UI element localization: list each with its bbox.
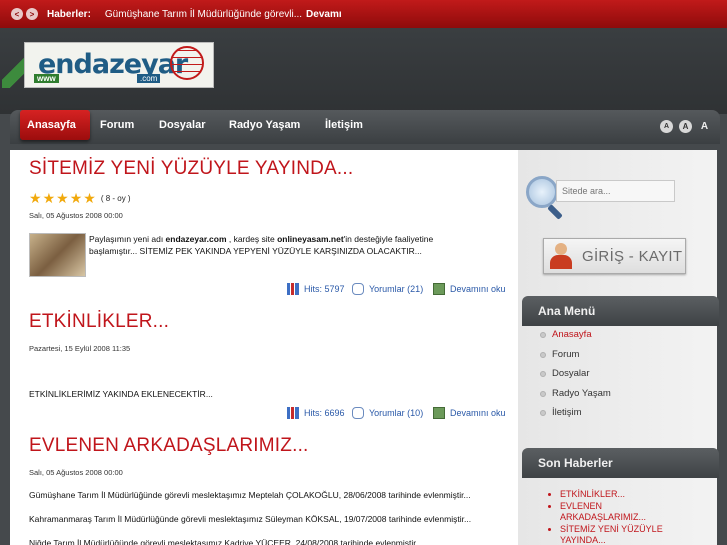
- prev-icon[interactable]: <: [11, 8, 23, 20]
- article-body: ETKİNLİKLERİMİZ YAKINDA EKLENECEKTİR...: [29, 389, 213, 399]
- bullet-icon: [540, 370, 546, 377]
- sidebar-item-dosyalar[interactable]: Dosyalar: [540, 368, 590, 379]
- document-icon: [433, 407, 445, 419]
- search-input[interactable]: [556, 180, 675, 202]
- user-icon: [548, 241, 574, 271]
- hits-stat: Hits: 6696: [287, 407, 345, 419]
- nav-item-anasayfa[interactable]: Anasayfa: [27, 119, 76, 131]
- star-icon[interactable]: ★: [43, 191, 56, 205]
- font-medium-button[interactable]: A: [679, 120, 692, 133]
- nav-item-radyo-yasam[interactable]: Radyo Yaşam: [229, 119, 300, 131]
- rating-count: ( 8 - oy ): [100, 193, 131, 203]
- login-label: GİRİŞ - KAYIT: [582, 247, 683, 265]
- article-date: Pazartesi, 15 Eylül 2008 11:35: [29, 344, 131, 353]
- read-more-link[interactable]: Devamını oku: [433, 407, 506, 419]
- sidebar-item-anasayfa[interactable]: Anasayfa: [540, 329, 592, 340]
- article-thumbnail[interactable]: [29, 233, 86, 277]
- chart-icon: [287, 407, 299, 419]
- comments-link[interactable]: Yorumlar (21): [352, 283, 423, 295]
- next-icon[interactable]: >: [26, 8, 38, 20]
- article-body: Paylaşımın yeni adı endazeyar.com , kard…: [89, 234, 434, 256]
- star-icon[interactable]: ★: [70, 191, 83, 205]
- article-date: Salı, 05 Ağustos 2008 00:00: [29, 211, 123, 220]
- bullet-icon: [540, 409, 546, 416]
- site-logo[interactable]: endazeyar www .com: [2, 40, 216, 92]
- star-icon[interactable]: ★: [83, 191, 96, 205]
- font-small-button[interactable]: A: [660, 120, 673, 133]
- star-icon[interactable]: ★: [56, 191, 69, 205]
- ticker-more-link[interactable]: Devamı: [306, 9, 342, 20]
- news-item[interactable]: EVLENEN ARKADAŞLARIMIZ...: [560, 501, 680, 524]
- document-icon: [433, 283, 445, 295]
- sidebar-item-forum[interactable]: Forum: [540, 349, 579, 360]
- comments-link[interactable]: Yorumlar (10): [352, 407, 423, 419]
- logo-com: .com: [137, 74, 161, 83]
- login-register-button[interactable]: GİRİŞ - KAYIT: [543, 238, 686, 274]
- rating-stars[interactable]: ★ ★ ★ ★ ★ ( 8 - oy ): [29, 191, 131, 205]
- nav-item-iletisim[interactable]: İletişim: [325, 119, 363, 131]
- article-line: Gümüşhane Tarım İl Müdürlüğünde görevli …: [29, 490, 471, 500]
- latest-news-list: ETKİNLİKLER... EVLENEN ARKADAŞLARIMIZ...…: [560, 489, 680, 545]
- article-title[interactable]: ETKİNLİKLER...: [29, 311, 169, 333]
- article-date: Salı, 05 Ağustos 2008 00:00: [29, 468, 123, 477]
- bullet-icon: [540, 390, 546, 397]
- nav-item-forum[interactable]: Forum: [100, 119, 134, 131]
- ticker-label: Haberler:: [47, 8, 91, 20]
- sidebar-item-radyo-yasam[interactable]: Radyo Yaşam: [540, 388, 611, 399]
- article-title[interactable]: EVLENEN ARKADAŞLARIMIZ...: [29, 435, 309, 457]
- main-nav: Anasayfa Forum Dosyalar Radyo Yaşam İlet…: [10, 110, 720, 144]
- comment-icon: [352, 407, 364, 419]
- news-item[interactable]: SİTEMİZ YENİ YÜZÜYLE YAYINDA...: [560, 524, 680, 545]
- star-icon[interactable]: ★: [29, 191, 42, 205]
- latest-news-header: Son Haberler: [522, 448, 719, 478]
- article-line: Niğde Tarım İl Müdürlüğünde görevli mesl…: [29, 538, 423, 545]
- sidebar-item-iletisim[interactable]: İletişim: [540, 407, 582, 418]
- bullet-icon: [540, 331, 546, 338]
- logo-text: endazeyar: [38, 49, 188, 80]
- site-header: endazeyar www .com: [0, 28, 727, 114]
- article-line: Kahramanmaraş Tarım İl Müdürlüğünde göre…: [29, 514, 472, 524]
- news-item[interactable]: ETKİNLİKLER...: [560, 489, 680, 501]
- article-title[interactable]: SİTEMİZ YENİ YÜZÜYLE YAYINDA...: [29, 158, 353, 180]
- hits-stat: Hits: 5797: [287, 283, 345, 295]
- logo-www: www: [34, 74, 59, 83]
- main-menu-header: Ana Menü: [522, 296, 719, 326]
- globe-icon: [170, 46, 204, 80]
- nav-item-dosyalar[interactable]: Dosyalar: [159, 119, 205, 131]
- bullet-icon: [540, 351, 546, 358]
- ticker-text[interactable]: Gümüşhane Tarım İl Müdürlüğünde görevli.…: [105, 9, 302, 20]
- chart-icon: [287, 283, 299, 295]
- font-large-button[interactable]: A: [698, 120, 711, 133]
- comment-icon: [352, 283, 364, 295]
- news-ticker: < > Haberler: Gümüşhane Tarım İl Müdürlü…: [0, 0, 727, 28]
- read-more-link[interactable]: Devamını oku: [433, 283, 506, 295]
